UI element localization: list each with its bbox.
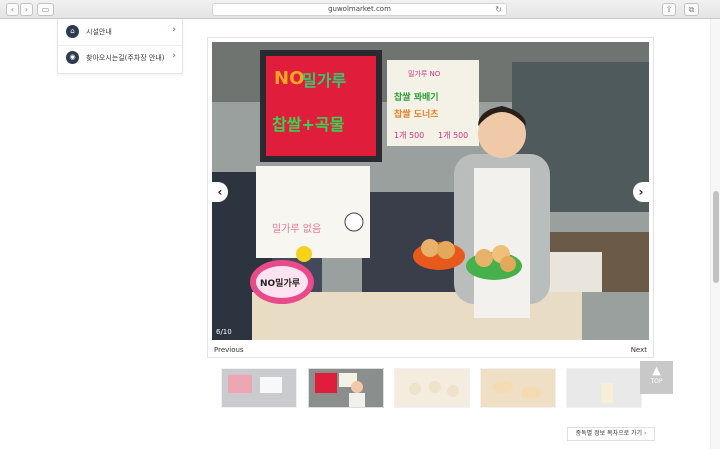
url-text: guwolmarket.com (328, 5, 391, 13)
facility-icon: ⌂ (66, 25, 79, 38)
slide-counter: 6/10 (216, 328, 232, 336)
sticker-text: NO밀가루 (260, 277, 300, 289)
photo-gallery: NO 밀가루 찹쌀+곡물 밀가루 NO 찹쌀 꽈배기 찹쌀 도너츠 1개 500… (207, 37, 654, 358)
sign-main-text: 밀가루 (302, 71, 346, 90)
menu-item-label: 찾아오시는길(주차장 안내) (86, 54, 165, 62)
price-sign: 밀가루 NO 찹쌀 꽈배기 찹쌀 도너츠 1개 500 1개 500 (387, 60, 479, 146)
market-stall-photo: NO 밀가루 찹쌀+곡물 밀가루 NO 찹쌀 꽈배기 찹쌀 도너츠 1개 500… (212, 42, 649, 340)
thumbnail[interactable] (394, 368, 470, 408)
chevron-right-icon: › (172, 25, 176, 35)
divider (58, 45, 182, 46)
thumbnail-image (222, 369, 296, 407)
sign2-a-text: 찹쌀 꽈배기 (394, 91, 439, 103)
next-link[interactable]: Next (631, 346, 647, 354)
thumbnail-image (481, 369, 555, 407)
gallery-photo: NO 밀가루 찹쌀+곡물 밀가루 NO 찹쌀 꽈배기 찹쌀 도너츠 1개 500… (212, 42, 649, 340)
forward-button[interactable]: › (20, 3, 33, 16)
back-to-top-button[interactable]: ▲ TOP (640, 361, 673, 394)
thumbnail-image (309, 369, 383, 407)
thumbnail-strip (221, 368, 642, 408)
index-link-label: 중독별 정보 목차으로 가기 (575, 430, 643, 437)
sign2-b-text: 찹쌀 도너츠 (394, 108, 439, 120)
sign2-top-text: 밀가루 NO (408, 69, 441, 78)
menu-item-directions[interactable]: ◉ 찾아오시는길(주차장 안내) › (58, 47, 182, 69)
sign-sub-text: 찹쌀+곡물 (272, 115, 345, 134)
chevron-right-icon: › (643, 430, 647, 437)
thumbnail-active[interactable] (308, 368, 384, 408)
location-icon: ◉ (66, 51, 79, 64)
price-a-text: 1개 500 (394, 130, 424, 140)
tabs-icon[interactable]: ⧉ (684, 3, 699, 16)
scrollbar[interactable] (710, 19, 720, 449)
reload-icon[interactable]: ↻ (495, 4, 502, 15)
browser-toolbar: ‹ › ▭ guwolmarket.com ↻ ⇪ ⧉ (0, 0, 720, 19)
price-b-text: 1개 500 (438, 130, 468, 140)
scrollbar-thumb[interactable] (713, 191, 719, 283)
handwritten-poster: 밀가루 없음 (256, 166, 370, 258)
info-menu: ⌂ 시설안내 › ◉ 찾아오시는길(주차장 안내) › (57, 19, 183, 74)
thumbnail-image (567, 369, 641, 407)
thumbnail[interactable] (480, 368, 556, 408)
sign-no-text: NO (274, 68, 304, 89)
thumbnail[interactable] (221, 368, 297, 408)
chevron-right-icon: › (172, 51, 176, 61)
no-flour-sign: NO 밀가루 찹쌀+곡물 (260, 50, 382, 162)
index-link-button[interactable]: 중독별 정보 목차으로 가기 › (567, 427, 655, 441)
arrow-up-icon: ▲ (652, 364, 661, 377)
address-bar[interactable]: guwolmarket.com ↻ (212, 3, 507, 16)
poster-text: 밀가루 없음 (272, 222, 321, 235)
thumbnail-image (395, 369, 469, 407)
menu-item-label: 시설안내 (86, 28, 112, 36)
top-label: TOP (650, 378, 663, 385)
sidebar-toggle-icon[interactable]: ▭ (37, 3, 54, 16)
gallery-next-arrow[interactable]: › (633, 182, 649, 202)
share-icon[interactable]: ⇪ (662, 3, 676, 16)
previous-link[interactable]: Previous (214, 346, 244, 354)
thumbnail[interactable] (566, 368, 642, 408)
back-button[interactable]: ‹ (6, 3, 19, 16)
menu-item-facility[interactable]: ⌂ 시설안내 › (58, 21, 182, 43)
